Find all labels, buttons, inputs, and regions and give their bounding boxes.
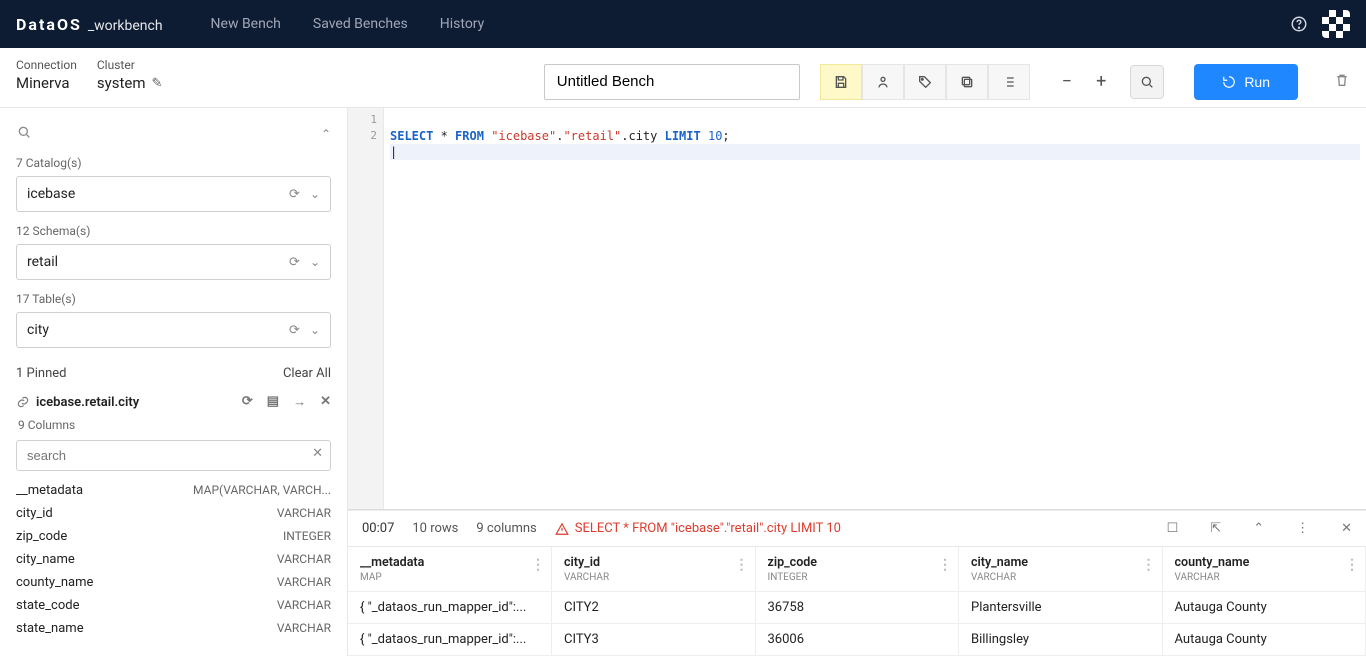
column-row[interactable]: __metadataMAP(VARCHAR, VARCH...	[16, 479, 331, 502]
user-avatar[interactable]	[1322, 10, 1350, 38]
column-row[interactable]: city_idVARCHAR	[16, 502, 331, 525]
nav-history[interactable]: History	[440, 16, 485, 32]
column-header[interactable]: city_nameVARCHAR⋮	[959, 547, 1163, 592]
brand-sub: _workbench	[88, 18, 163, 34]
checkbox-icon[interactable]: ☐	[1167, 521, 1179, 536]
column-header[interactable]: zip_codeINTEGER⋮	[755, 547, 959, 592]
cluster-value: system ✎	[97, 74, 163, 92]
table-select[interactable]: city ⟳⌄	[16, 312, 331, 348]
column-row[interactable]: state_nameVARCHAR	[16, 617, 331, 640]
catalog-select[interactable]: icebase ⟳⌄	[16, 176, 331, 212]
column-row[interactable]: city_nameVARCHAR	[16, 548, 331, 571]
add-tab-icon[interactable]: +	[1096, 71, 1106, 92]
schema-select[interactable]: retail ⟳⌄	[16, 244, 331, 280]
cluster-block[interactable]: Cluster system ✎	[97, 58, 163, 92]
app-logo: DataOS _workbench	[16, 15, 163, 34]
insert-icon[interactable]: →	[293, 394, 306, 410]
preview-icon[interactable]: ▤	[267, 394, 279, 410]
cluster-label: Cluster	[97, 58, 163, 72]
link-icon	[16, 395, 30, 409]
delete-button[interactable]	[1334, 72, 1350, 92]
column-row[interactable]: state_codeVARCHAR	[16, 594, 331, 617]
connection-block[interactable]: Connection Minerva	[16, 58, 77, 92]
refresh-icon[interactable]: ⟳	[289, 255, 300, 270]
column-header[interactable]: county_nameVARCHAR⋮	[1162, 547, 1366, 592]
column-header[interactable]: city_idVARCHAR⋮	[552, 547, 756, 592]
column-list: __metadataMAP(VARCHAR, VARCH...city_idVA…	[16, 479, 331, 640]
chevron-down-icon[interactable]: ⌄	[310, 255, 320, 270]
share-button[interactable]	[862, 64, 904, 100]
help-icon[interactable]	[1290, 15, 1308, 33]
collapse-sidebar-icon[interactable]: ⌃	[321, 127, 331, 141]
column-row[interactable]: zip_codeINTEGER	[16, 525, 331, 548]
elapsed-time: 00:07	[362, 521, 394, 536]
copy-button[interactable]	[946, 64, 988, 100]
refresh-icon[interactable]: ⟳	[289, 187, 300, 202]
code-lines[interactable]: SELECT * FROM "icebase"."retail".city LI…	[384, 108, 1366, 509]
toolbar: Connection Minerva Cluster system ✎ − + …	[0, 48, 1366, 108]
find-button[interactable]	[1130, 65, 1164, 99]
refresh-icon[interactable]: ⟳	[242, 394, 253, 410]
results-status-bar: 00:07 10 rows 9 columns SELECT * FROM "i…	[348, 510, 1366, 546]
table-row[interactable]: { "_dataos_run_mapper_id":...CITY236758P…	[348, 592, 1366, 624]
bench-name-input[interactable]	[544, 64, 800, 100]
tab-controls: − +	[1062, 65, 1165, 99]
query-echo: SELECT * FROM "icebase"."retail".city LI…	[555, 521, 841, 536]
connection-value: Minerva	[16, 74, 77, 92]
nav-new-bench[interactable]: New Bench	[211, 16, 281, 32]
edit-cluster-icon[interactable]: ✎	[151, 76, 162, 91]
main-area: ⌃ 7 Catalog(s) icebase ⟳⌄ 12 Schema(s) r…	[0, 108, 1366, 656]
close-icon[interactable]: ✕	[320, 394, 331, 410]
top-navbar: DataOS _workbench New Bench Saved Benche…	[0, 0, 1366, 48]
table-selector: 17 Table(s) city ⟳⌄	[16, 292, 331, 348]
sidebar-search-icon[interactable]	[16, 124, 32, 144]
clear-search-icon[interactable]: ✕	[312, 446, 323, 461]
bench-action-buttons	[820, 64, 1030, 100]
table-caption: 17 Table(s)	[16, 292, 331, 306]
more-icon[interactable]: ⋮	[1296, 521, 1309, 536]
pinned-table-name[interactable]: icebase.retail.city	[36, 395, 236, 410]
clear-all-button[interactable]: Clear All	[283, 366, 331, 381]
editor-panel: 12 SELECT * FROM "icebase"."retail".city…	[348, 108, 1366, 656]
connection-label: Connection	[16, 58, 77, 72]
tag-button[interactable]	[904, 64, 946, 100]
column-header[interactable]: __metadataMAP⋮	[348, 547, 552, 592]
column-row[interactable]: county_nameVARCHAR	[16, 571, 331, 594]
close-results-icon[interactable]: ✕	[1341, 521, 1352, 536]
nav-saved-benches[interactable]: Saved Benches	[313, 16, 408, 32]
pinned-table-panel: icebase.retail.city ⟳ ▤ → ✕ 9 Columns ✕ …	[16, 389, 331, 640]
table-row[interactable]: { "_dataos_run_mapper_id":...CITY336006B…	[348, 624, 1366, 656]
brand-name: DataOS	[16, 15, 82, 34]
schema-selector: 12 Schema(s) retail ⟳⌄	[16, 224, 331, 280]
save-button[interactable]	[820, 64, 862, 100]
chevron-down-icon[interactable]: ⌄	[310, 323, 320, 338]
schema-caption: 12 Schema(s)	[16, 224, 331, 238]
collapse-results-icon[interactable]: ⌃	[1253, 521, 1264, 536]
line-gutter: 12	[348, 108, 384, 509]
column-count: 9 columns	[476, 521, 536, 536]
top-nav: New Bench Saved Benches History	[211, 16, 485, 32]
row-count: 10 rows	[412, 521, 458, 536]
chevron-down-icon[interactable]: ⌄	[310, 187, 320, 202]
export-icon[interactable]: ⇱	[1210, 521, 1221, 536]
schema-sidebar: ⌃ 7 Catalog(s) icebase ⟳⌄ 12 Schema(s) r…	[0, 108, 348, 656]
run-button[interactable]: Run	[1194, 64, 1298, 100]
results-grid[interactable]: __metadataMAP⋮city_idVARCHAR⋮zip_codeINT…	[348, 546, 1366, 656]
minimize-icon[interactable]: −	[1062, 71, 1072, 92]
refresh-icon[interactable]: ⟳	[289, 323, 300, 338]
columns-count: 9 Columns	[18, 418, 331, 432]
column-search-input[interactable]	[16, 440, 331, 471]
catalog-selector: 7 Catalog(s) icebase ⟳⌄	[16, 156, 331, 212]
catalog-caption: 7 Catalog(s)	[16, 156, 331, 170]
sql-editor[interactable]: 12 SELECT * FROM "icebase"."retail".city…	[348, 108, 1366, 510]
pinned-count: 1 Pinned	[16, 366, 66, 381]
format-button[interactable]	[988, 64, 1030, 100]
